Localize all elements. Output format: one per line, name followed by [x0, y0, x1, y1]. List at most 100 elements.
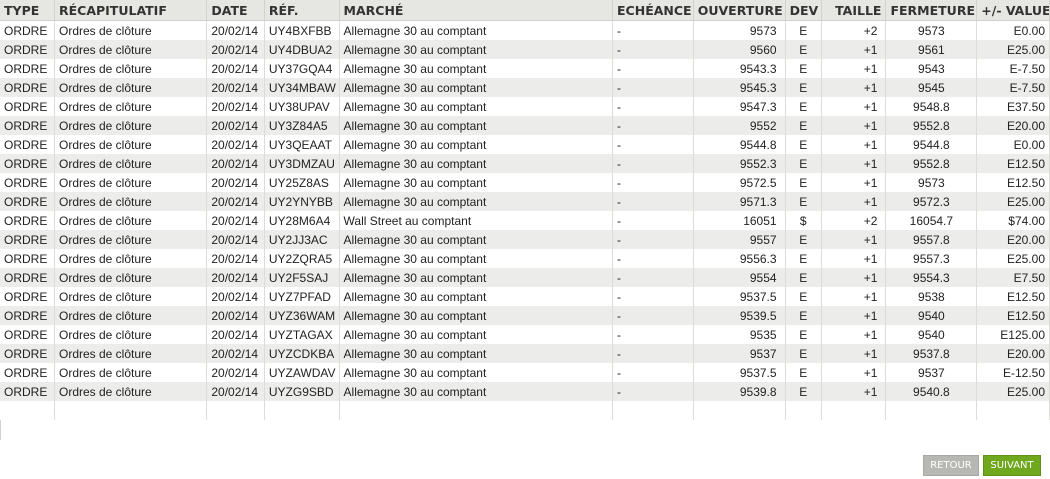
cell-ref: UY28M6A4	[264, 211, 340, 230]
table-row[interactable]: ORDRE Ordres de clôture 20/02/14 UY3QEAAT Al…	[0, 135, 1050, 154]
col-header-fermeture[interactable]: FERMETURE	[885, 0, 978, 21]
cell-values: $74.00	[976, 211, 1050, 230]
cell-date: 20/02/14	[206, 78, 265, 97]
cell-marche: Allemagne 30 au comptant	[339, 268, 614, 287]
cell-taille: +2	[821, 20, 887, 40]
cell-echeance: -	[612, 211, 694, 230]
cell-fermeture: 9544.8	[885, 135, 978, 154]
col-header-taille[interactable]: TAILLE	[821, 0, 887, 21]
cell-marche: Allemagne 30 au comptant	[339, 287, 614, 306]
cell-date: 20/02/14	[206, 230, 265, 249]
cell-echeance: -	[612, 287, 694, 306]
col-header-ouverture[interactable]: OUVERTURE	[693, 0, 786, 21]
cell-taille: +1	[821, 40, 887, 59]
cell-dev: E	[785, 116, 822, 135]
cell-marche: Allemagne 30 au comptant	[339, 173, 614, 192]
table-row[interactable]: ORDRE Ordres de clôture 20/02/14 UYZG9SBD Al…	[0, 382, 1050, 401]
table-row[interactable]: ORDRE Ordres de clôture 20/02/14 UYZ7PFAD Al…	[0, 287, 1050, 306]
cell-fermeture: 9548.8	[885, 97, 978, 116]
next-button[interactable]: SUIVANT	[983, 455, 1041, 476]
cell-ouverture: 9554	[693, 268, 786, 287]
cell-ouverture: 16051	[693, 211, 786, 230]
cell-ref: UYZG9SBD	[264, 382, 340, 401]
cell-recap: Ordres de clôture	[54, 325, 208, 344]
col-header-values[interactable]: +/- VALUES	[976, 0, 1050, 21]
cell-type: ORDRE	[0, 154, 55, 173]
table-row[interactable]: ORDRE Ordres de clôture 20/02/14 UYZCDKBA Al…	[0, 344, 1050, 363]
table-row[interactable]: ORDRE Ordres de clôture 20/02/14 UY3DMZAU Al…	[0, 154, 1050, 173]
cell-dev: E	[785, 40, 822, 59]
cell-values: E12.50	[976, 173, 1050, 192]
table-row[interactable]: ORDRE Ordres de clôture 20/02/14 UY2JJ3AC Al…	[0, 230, 1050, 249]
cell-dev: E	[785, 344, 822, 363]
table-row[interactable]: ORDRE Ordres de clôture 20/02/14 UY2F5SAJ Al…	[0, 268, 1050, 287]
table-row[interactable]: ORDRE Ordres de clôture 20/02/14 UY28M6A4 Wa…	[0, 211, 1050, 230]
cell-type: ORDRE	[0, 135, 55, 154]
table-row[interactable]: ORDRE Ordres de clôture 20/02/14 UY37GQA4 Al…	[0, 59, 1050, 78]
cell-dev: $	[785, 211, 822, 230]
table-row[interactable]: ORDRE Ordres de clôture 20/02/14 UY2YNYBB Al…	[0, 192, 1050, 211]
cell-ref: UY2ZQRA5	[264, 249, 340, 268]
cell-recap: Ordres de clôture	[54, 20, 208, 40]
cell-ouverture: 9573	[693, 20, 786, 40]
cell-dev: E	[785, 59, 822, 78]
back-button[interactable]: RETOUR	[923, 455, 979, 476]
col-header-type[interactable]: TYPE	[0, 0, 55, 21]
col-header-echeance[interactable]: ECHÉANCE	[612, 0, 694, 21]
cell-fermeture: 9545	[885, 78, 978, 97]
cell-ref: UY4BXFBB	[264, 20, 340, 40]
cell-fermeture: 9552.8	[885, 154, 978, 173]
table-row[interactable]: ORDRE Ordres de clôture 20/02/14 UY2ZQRA5 Al…	[0, 249, 1050, 268]
cell-recap: Ordres de clôture	[54, 192, 208, 211]
table-row[interactable]: ORDRE Ordres de clôture 20/02/14 UY34MBAW Al…	[0, 78, 1050, 97]
table-row[interactable]: ORDRE Ordres de clôture 20/02/14 UYZ36WAM Al…	[0, 306, 1050, 325]
cell-ref: UY2YNYBB	[264, 192, 340, 211]
cell-echeance: -	[612, 40, 694, 59]
cell-recap: Ordres de clôture	[54, 382, 208, 401]
col-header-marche[interactable]: MARCHÉ	[339, 0, 614, 21]
cell-echeance: -	[612, 325, 694, 344]
cell-ouverture: 9557	[693, 230, 786, 249]
col-header-ref[interactable]: RÉF.	[264, 0, 340, 21]
cell-ref: UYZ7PFAD	[264, 287, 340, 306]
cell-ref: UYZCDKBA	[264, 344, 340, 363]
cell-fermeture: 9573	[885, 20, 978, 40]
table-row[interactable]: ORDRE Ordres de clôture 20/02/14 UYZTAGAX Al…	[0, 325, 1050, 344]
cell-ouverture: 9537	[693, 344, 786, 363]
cell-values: E12.50	[976, 287, 1050, 306]
cell-dev: E	[785, 287, 822, 306]
table-row[interactable]: ORDRE Ordres de clôture 20/02/14 UY4DBUA2 Al…	[0, 40, 1050, 59]
cell-dev: E	[785, 192, 822, 211]
cell-type: ORDRE	[0, 344, 55, 363]
cell-ref: UY37GQA4	[264, 59, 340, 78]
table-row[interactable]: ORDRE Ordres de clôture 20/02/14 UY38UPAV Al…	[0, 97, 1050, 116]
col-header-date[interactable]: DATE	[206, 0, 265, 21]
cell-values: E20.00	[976, 344, 1050, 363]
cell-taille: +1	[821, 382, 887, 401]
cell-date: 20/02/14	[206, 363, 265, 382]
cell-type: ORDRE	[0, 268, 55, 287]
cell-fermeture: 9537.8	[885, 344, 978, 363]
col-header-recap[interactable]: RÉCAPITULATIF	[54, 0, 208, 21]
cell-fermeture: 9557.3	[885, 249, 978, 268]
cell-recap: Ordres de clôture	[54, 363, 208, 382]
cell-recap: Ordres de clôture	[54, 344, 208, 363]
table-row[interactable]: ORDRE Ordres de clôture 20/02/14 UY4BXFBB Al…	[0, 20, 1050, 40]
table-row[interactable]: ORDRE Ordres de clôture 20/02/14 UY25Z8AS Al…	[0, 173, 1050, 192]
col-header-dev[interactable]: DEV	[785, 0, 822, 21]
cell-ref: UY34MBAW	[264, 78, 340, 97]
cell-ref: UY2F5SAJ	[264, 268, 340, 287]
cell-marche: Allemagne 30 au comptant	[339, 192, 614, 211]
cell-fermeture: 9540	[885, 325, 978, 344]
cell-dev: E	[785, 78, 822, 97]
cell-taille: +1	[821, 306, 887, 325]
cell-fermeture: 9554.3	[885, 268, 978, 287]
empty-cell	[54, 401, 208, 420]
cell-ouverture: 9552.3	[693, 154, 786, 173]
table-row[interactable]: ORDRE Ordres de clôture 20/02/14 UY3Z84A5 Al…	[0, 116, 1050, 135]
cell-values: E-7.50	[976, 78, 1050, 97]
cell-ouverture: 9552	[693, 116, 786, 135]
table-row[interactable]: ORDRE Ordres de clôture 20/02/14 UYZAWDAV Al…	[0, 363, 1050, 382]
cell-echeance: -	[612, 306, 694, 325]
cell-date: 20/02/14	[206, 382, 265, 401]
